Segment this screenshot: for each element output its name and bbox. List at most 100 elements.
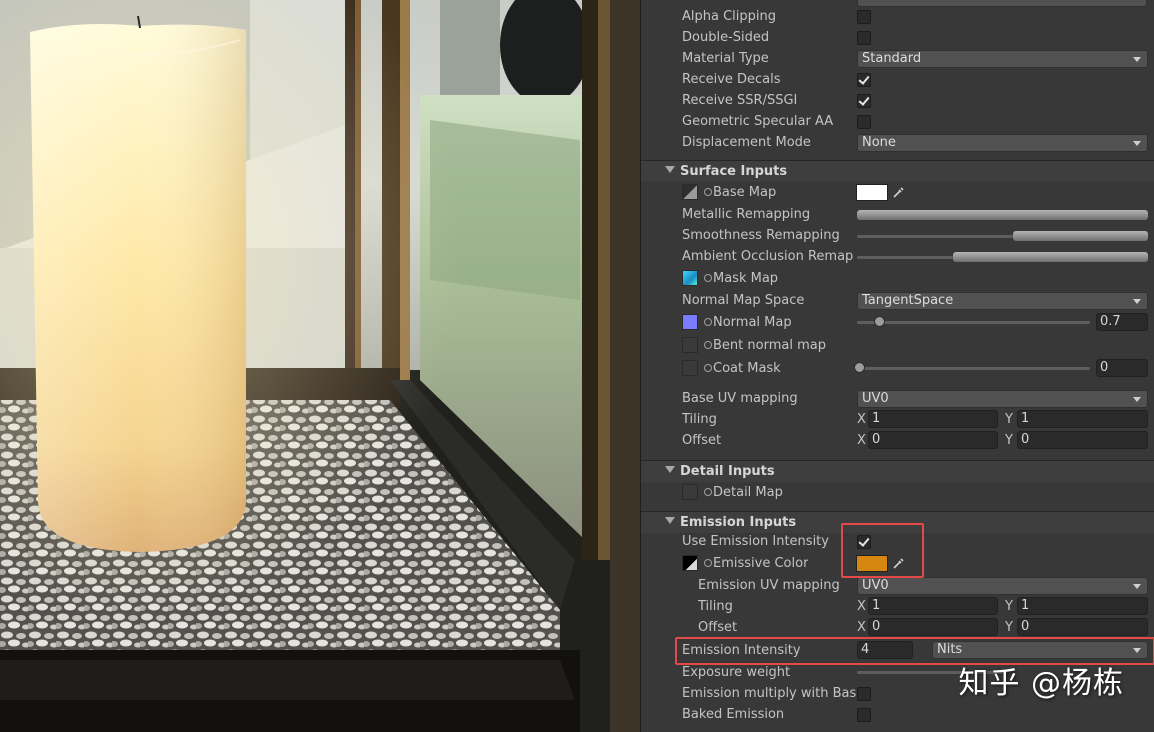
row-double-sided: Double-Sided (641, 27, 1154, 48)
emission-offset-y-field[interactable]: 0 (1017, 618, 1148, 636)
scene-viewport[interactable] (0, 0, 640, 732)
check-icon (858, 73, 870, 85)
label-displacement-mode: Displacement Mode (682, 135, 811, 150)
section-title: Detail Inputs (680, 464, 775, 479)
label-smoothness-remapping: Smoothness Remapping (682, 228, 840, 243)
label-base-uv-mapping: Base UV mapping (682, 391, 798, 406)
label-geometric-specular-aa: Geometric Specular AA (682, 114, 834, 129)
emission-tiling-x-field[interactable]: 1 (868, 597, 998, 615)
chevron-down-icon (1133, 299, 1141, 304)
chevron-down-icon (1133, 584, 1141, 589)
section-title: Surface Inputs (680, 164, 788, 179)
offset-x-value: 0 (872, 432, 881, 447)
material-type-dropdown[interactable]: Standard (857, 50, 1148, 68)
displacement-mode-dropdown[interactable]: None (857, 134, 1148, 152)
normal-scale-field[interactable]: 0.7 (1096, 313, 1148, 331)
coat-mask-slider-track[interactable] (857, 367, 1090, 370)
eyedropper-icon[interactable] (892, 185, 906, 199)
label-receive-ssr: Receive SSR/SSGI (682, 93, 798, 108)
metallic-range-fill[interactable] (857, 210, 1148, 220)
empty-texture-thumbnail-icon[interactable] (682, 337, 698, 353)
double-sided-checkbox[interactable] (857, 31, 871, 45)
label-bent-normal-map: Bent normal map (713, 338, 826, 353)
section-detail-inputs[interactable]: Detail Inputs (641, 460, 1154, 482)
label-material-type: Material Type (682, 51, 769, 66)
row-smoothness-remapping: Smoothness Remapping (641, 225, 1154, 246)
axis-y-label: Y (1005, 599, 1013, 614)
chevron-down-icon (1133, 141, 1141, 146)
offset-y-field[interactable]: 0 (1017, 431, 1148, 449)
label-baked-emission: Baked Emission (682, 707, 785, 722)
texture-slot-icon[interactable] (704, 318, 712, 326)
ao-range-track[interactable] (857, 256, 953, 259)
mask-map-thumbnail-icon[interactable] (682, 270, 698, 286)
alpha-clipping-checkbox[interactable] (857, 10, 871, 24)
emissive-texture-thumbnail-icon[interactable] (682, 555, 698, 571)
base-color-swatch[interactable] (856, 184, 888, 201)
label-normal-map: Normal Map (713, 315, 792, 330)
emission-tiling-y-field[interactable]: 1 (1017, 597, 1148, 615)
label-mask-map: Mask Map (713, 271, 779, 286)
texture-slot-icon[interactable] (704, 488, 712, 496)
axis-x-label: X (857, 599, 866, 614)
texture-slot-icon[interactable] (704, 559, 712, 567)
smoothness-range-fill[interactable] (1013, 231, 1148, 241)
row-geometric-specular-aa: Geometric Specular AA (641, 111, 1154, 132)
normal-scale-slider-knob[interactable] (874, 316, 885, 327)
receive-decals-checkbox[interactable] (857, 73, 871, 87)
axis-x-label: X (857, 412, 866, 427)
foldout-arrow-icon[interactable] (665, 166, 675, 173)
tiling-x-field[interactable]: 1 (868, 410, 998, 428)
row-emission-uv-mapping: Emission UV mapping UV0 (641, 575, 1154, 596)
tiling-y-field[interactable]: 1 (1017, 410, 1148, 428)
emission-uv-mapping-dropdown[interactable]: UV0 (857, 577, 1148, 595)
normal-scale-value: 0.7 (1100, 314, 1121, 329)
label-exposure-weight: Exposure weight (682, 665, 791, 680)
row-tiling: Tiling X 1 Y 1 (641, 409, 1154, 430)
row-material-type: Material Type Standard (641, 48, 1154, 69)
label-offset: Offset (682, 433, 722, 448)
label-alpha-clipping: Alpha Clipping (682, 9, 777, 24)
receive-ssr-checkbox[interactable] (857, 94, 871, 108)
geometric-specular-aa-checkbox[interactable] (857, 115, 871, 129)
row-emission-tiling: Tiling X 1 Y 1 (641, 596, 1154, 617)
texture-slot-icon[interactable] (704, 274, 712, 282)
check-icon (858, 94, 870, 106)
empty-texture-thumbnail-icon[interactable] (682, 484, 698, 500)
coat-mask-value: 0 (1100, 360, 1109, 375)
foldout-arrow-icon[interactable] (665, 466, 675, 473)
ao-range-fill[interactable] (953, 252, 1148, 262)
coat-mask-field[interactable]: 0 (1096, 359, 1148, 377)
normal-map-thumbnail-icon[interactable] (682, 314, 698, 330)
emission-multiply-base-checkbox[interactable] (857, 687, 871, 701)
axis-x-label: X (857, 620, 866, 635)
row-displacement-mode: Displacement Mode None (641, 132, 1154, 153)
section-surface-inputs[interactable]: Surface Inputs (641, 160, 1154, 182)
row-coat-mask: Coat Mask 0 (641, 358, 1154, 379)
texture-slot-icon[interactable] (704, 341, 712, 349)
offset-x-field[interactable]: 0 (868, 431, 998, 449)
emission-offset-x-field[interactable]: 0 (868, 618, 998, 636)
texture-slot-icon[interactable] (704, 188, 712, 196)
label-use-emission-intensity: Use Emission Intensity (682, 534, 829, 549)
coat-mask-slider-knob[interactable] (854, 362, 865, 373)
label-tiling: Tiling (682, 412, 717, 427)
chevron-down-icon (1133, 397, 1141, 402)
tiling-x-value: 1 (872, 411, 881, 426)
label-receive-decals: Receive Decals (682, 72, 781, 87)
normal-scale-slider-track[interactable] (857, 321, 1090, 324)
base-uv-mapping-dropdown[interactable]: UV0 (857, 390, 1148, 408)
row-normal-map: Normal Map 0.7 (641, 312, 1154, 333)
row-detail-map: Detail Map (641, 482, 1154, 503)
normal-map-space-dropdown[interactable]: TangentSpace (857, 292, 1148, 310)
smoothness-range-track[interactable] (857, 235, 1013, 238)
texture-thumbnail-icon[interactable] (682, 184, 698, 200)
emission-tiling-y-value: 1 (1021, 598, 1030, 613)
baked-emission-checkbox[interactable] (857, 708, 871, 722)
axis-x-label: X (857, 433, 866, 448)
axis-y-label: Y (1005, 433, 1013, 448)
empty-texture-thumbnail-icon[interactable] (682, 360, 698, 376)
label-emission-offset: Offset (698, 620, 738, 635)
texture-slot-icon[interactable] (704, 364, 712, 372)
foldout-arrow-icon[interactable] (665, 517, 675, 524)
